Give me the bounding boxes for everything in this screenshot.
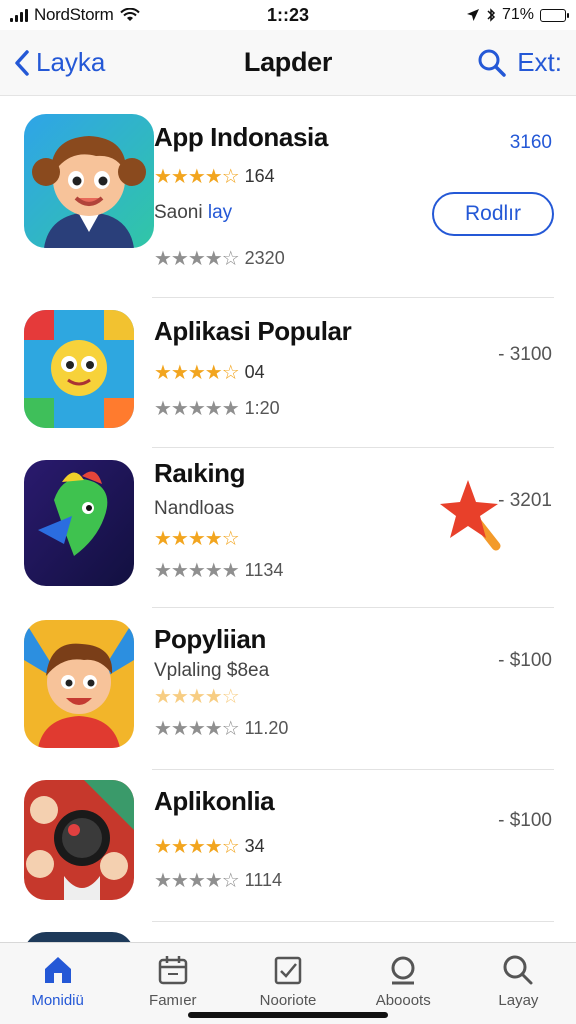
app-title: Raıking [154,458,246,488]
rating-stars-icon: ★★★★☆ [154,836,240,858]
signal-icon [10,8,28,22]
tab-home[interactable]: Monidiü [0,943,115,1024]
rating-stars-icon: ★★★★☆ [154,870,240,892]
secondary-count: 2320 [244,248,285,268]
nav-right-label: Ext: [517,47,562,77]
cartoon-boy-icon [24,114,154,248]
rating-count: 164 [244,166,275,186]
rating-stars-icon: ★★★★☆ [154,686,240,708]
app-icon [24,620,134,748]
subtitle-main: Saoni [154,202,203,223]
emoji-face-icon [24,310,134,428]
tab-label: Abooots [375,992,431,1009]
list-item[interactable]: Raıking Nandloas ★★★★☆ ★★★★★ 1134 - 3201 [0,448,576,608]
app-title: Popyliian [154,624,266,654]
list-item[interactable]: Aplikonlia ★★★★☆ 34 ★★★★☆ 1114 - $100 [0,770,576,922]
app-icon [24,780,134,900]
status-time: 1::23 [266,4,310,25]
subtitle-accent: lay [207,202,233,223]
app-price: - 3201 [498,490,552,511]
search-icon [503,955,533,985]
location-arrow-icon [466,9,479,21]
page-title: Lapder [243,47,333,77]
search-icon [478,49,506,77]
rating-stars-icon: ★★★★☆ [154,248,240,270]
app-price: - 3100 [498,344,552,365]
rating-stars-icon: ★★★★★ [154,560,240,582]
secondary-count: 1114 [244,870,283,890]
app-subtitle: Vplaling $8ea [154,660,270,681]
battery-percent: 71% [501,6,534,23]
tab-search[interactable]: Layay [461,943,576,1024]
rating-stars-icon: ★★★★☆ [154,166,240,188]
list-item[interactable]: Aplikasi Popular ★★★★☆ 04 ★★★★★ 1:20 - 3… [0,298,576,448]
parrot-icon [24,460,134,586]
star-rating: ★★★★☆ [154,526,240,551]
star-rating: ★★★★☆ [154,684,240,709]
bluetooth-icon [487,8,496,22]
app-title: App Indonasia [154,122,328,152]
back-button[interactable]: Layka [14,47,194,78]
checklist-icon [274,956,302,985]
wifi-icon [119,8,140,21]
secondary-rating: ★★★★★ 1:20 [154,396,280,421]
app-icon [24,310,134,428]
list-item[interactable]: Popyliian Vplaling $8ea ★★★★☆ ★★★★☆ 11.2… [0,608,576,770]
app-icon [24,932,134,942]
app-subtitle: Nandloas [154,498,235,519]
star-rating: ★★★★☆ 164 [154,164,275,189]
rating-stars-icon: ★★★★☆ [154,362,240,384]
home-indicator[interactable] [188,1012,388,1018]
secondary-count: 1:20 [244,398,280,418]
app-price: 3160 [509,132,552,153]
app-price: - $100 [498,810,552,831]
app-icon [24,460,134,586]
navigation-bar: Layka Lapder Ext: [0,30,576,96]
tab-bar: Monidiü Famıer Nooriote Abooots Layay [0,942,576,1024]
secondary-count: 1134 [244,560,284,580]
secondary-rating: ★★★★☆ 2320 [154,246,285,271]
secondary-rating: ★★★★☆ 1114 [154,868,282,893]
star-rating: ★★★★☆ 04 [154,360,265,385]
search-button[interactable]: Ext: [382,47,562,78]
status-bar: NordStorm 1::23 71% [0,0,576,30]
tab-label: Famıer [149,992,197,1009]
robot-characters-icon [24,780,134,900]
tab-label: Layay [498,992,539,1009]
app-title: Aplikonlia [154,786,275,816]
secondary-count: 11.20 [244,718,289,738]
star-rating: ★★★★☆ 34 [154,834,265,859]
list-item[interactable]: App Indonasia ★★★★☆ 164 Saoni lay ★★★★☆ … [0,96,576,298]
app-icon [24,114,154,248]
app-subtitle: Saoni lay [154,202,232,224]
status-right: 71% [356,6,569,24]
secondary-rating: ★★★★☆ 11.20 [154,716,288,741]
carrier-name: NordStorm [34,5,114,24]
back-label: Layka [36,47,106,77]
chevron-left-icon [15,49,29,76]
app-price: - $100 [498,650,552,671]
tab-label: Monidiü [31,992,84,1009]
rating-count: 04 [244,362,265,382]
rating-stars-icon: ★★★★★ [154,398,240,420]
star-badge-icon [440,480,501,551]
cartoon-kid-icon [24,620,134,748]
app-list: App Indonasia ★★★★☆ 164 Saoni lay ★★★★☆ … [0,96,576,942]
rating-stars-icon: ★★★★☆ [154,718,240,740]
rating-stars-icon: ★★★★☆ [154,528,240,550]
calendar-icon [158,956,188,985]
rating-count: 34 [244,836,265,856]
app-title: Aplikasi Popular [154,316,352,346]
search-icon [391,956,415,985]
status-left: NordStorm [10,5,220,25]
list-item[interactable] [0,922,576,942]
get-button[interactable]: Rodlır [432,192,554,236]
home-icon [44,957,71,983]
secondary-rating: ★★★★★ 1134 [154,558,283,583]
tab-label: Nooriote [259,992,317,1009]
battery-icon [540,8,569,22]
